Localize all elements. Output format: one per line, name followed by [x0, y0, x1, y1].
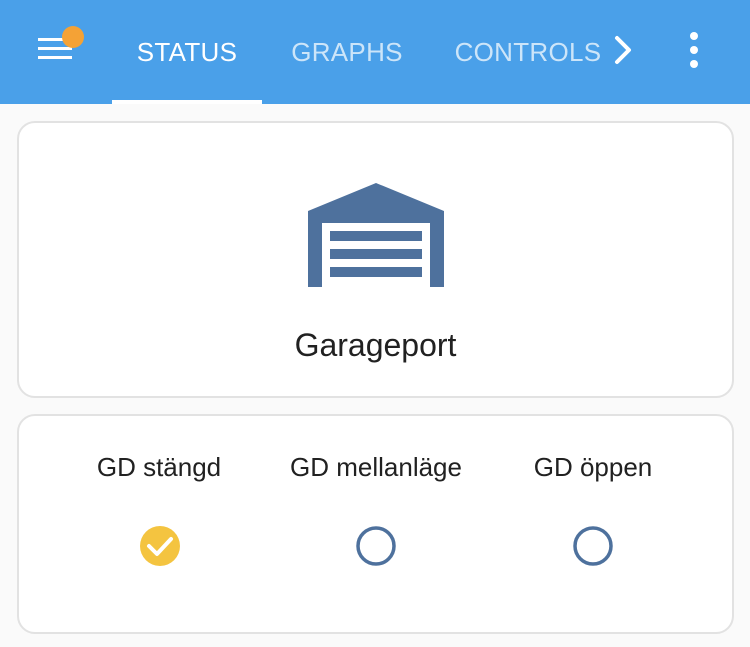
notification-badge — [62, 26, 84, 48]
tab-controls[interactable]: CONTROLS — [448, 0, 608, 104]
garage-card[interactable]: Garageport — [17, 121, 734, 398]
state-midway-label: GD mellanläge — [290, 452, 462, 482]
circle-outline-icon — [356, 526, 396, 566]
menu-button[interactable] — [24, 22, 84, 78]
tab-graphs[interactable]: GRAPHS — [272, 0, 422, 104]
circle-outline-icon — [573, 526, 613, 566]
tab-controls-label: CONTROLS — [454, 36, 602, 67]
chevron-right-icon — [615, 36, 631, 64]
tab-status[interactable]: STATUS — [112, 0, 262, 104]
tab-status-label: STATUS — [136, 36, 238, 67]
state-closed[interactable]: GD stängd — [44, 452, 274, 566]
overflow-menu-button[interactable] — [674, 24, 714, 76]
state-midway[interactable]: GD mellanläge — [261, 452, 491, 566]
active-tab-indicator — [112, 100, 262, 104]
state-open[interactable]: GD öppen — [478, 452, 708, 566]
app-bar: STATUS GRAPHS CONTROLS — [0, 0, 750, 104]
door-state-card: GD stängd GD mellanläge GD öppen — [17, 414, 734, 634]
state-closed-label: GD stängd — [96, 452, 222, 482]
garage-door-icon — [308, 183, 444, 287]
garage-title: Garageport — [294, 327, 457, 363]
state-open-label: GD öppen — [533, 452, 653, 482]
tab-graphs-label: GRAPHS — [291, 36, 403, 67]
check-circle-icon — [140, 526, 180, 566]
scroll-tabs-button[interactable] — [606, 30, 640, 70]
more-vert-icon — [690, 32, 698, 68]
